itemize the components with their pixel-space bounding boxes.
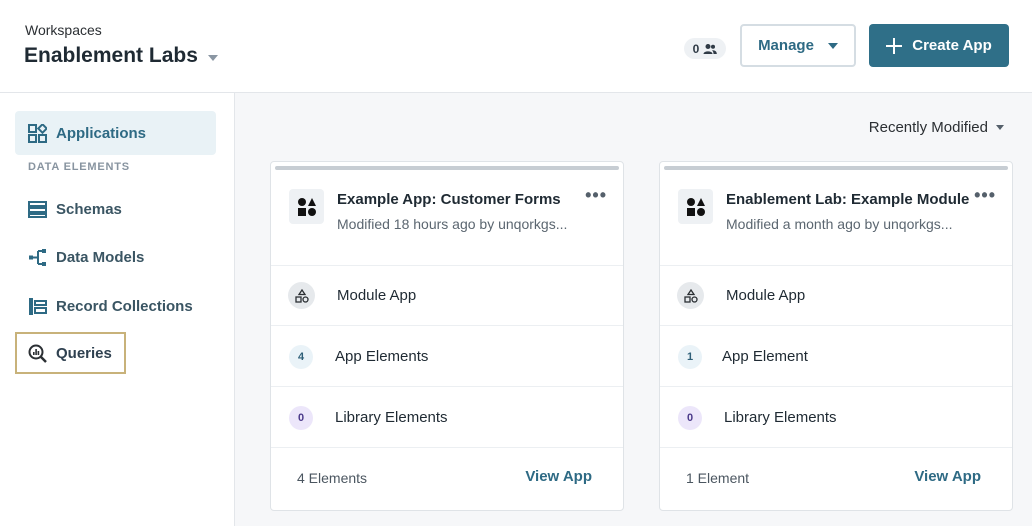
app-elements-label: App Elements	[335, 348, 429, 365]
card-modified-text: Modified 18 hours ago by unqorkgs...	[337, 216, 568, 232]
app-type-label: Module App	[337, 287, 417, 304]
workspaces-label: Workspaces	[25, 22, 102, 38]
data-elements-section-label: DATA ELEMENTS	[28, 161, 130, 173]
elements-count: 1 Element	[686, 470, 750, 486]
card-header: Example App: Customer Forms Modified 18 …	[271, 170, 623, 266]
list-item: Module App	[660, 266, 1012, 326]
app-elements-count: 4	[289, 344, 313, 369]
app-icon	[678, 189, 713, 224]
more-options-icon[interactable]: •••	[585, 186, 607, 204]
sidebar-item-label: Schemas	[56, 200, 122, 218]
elements-count: 4 Elements	[297, 470, 368, 486]
shapes-icon	[297, 197, 316, 216]
top-header: Workspaces Enablement Labs 0 Manage Crea…	[0, 0, 1032, 93]
card-footer: 4 Elements View App	[271, 448, 623, 510]
card-header: Enablement Lab: Example Module Modified …	[660, 170, 1012, 266]
workspace-name: Enablement Labs	[24, 44, 198, 67]
sidebar-item-label: Record Collections	[56, 297, 193, 315]
create-app-label: Create App	[912, 37, 992, 54]
card-footer: 1 Element View App	[660, 448, 1012, 510]
sort-dropdown[interactable]: Recently Modified	[869, 119, 1004, 136]
member-count: 0	[692, 41, 700, 56]
app-type-label: Module App	[726, 287, 806, 304]
create-app-button[interactable]: Create App	[869, 24, 1009, 67]
app-card[interactable]: Example App: Customer Forms Modified 18 …	[270, 161, 624, 511]
data-models-icon	[29, 248, 46, 266]
app-elements-count: 1	[678, 344, 702, 369]
manage-button[interactable]: Manage	[740, 24, 856, 67]
sidebar-item-applications[interactable]: Applications	[15, 111, 216, 155]
applications-icon	[28, 123, 47, 143]
module-icon	[288, 282, 315, 309]
sidebar-item-label: Data Models	[56, 248, 145, 266]
sort-label: Recently Modified	[868, 119, 988, 136]
manage-label: Manage	[758, 37, 814, 54]
caret-down-icon	[207, 54, 218, 61]
card-title[interactable]: Example App: Customer Forms	[337, 191, 561, 208]
app-card[interactable]: Enablement Lab: Example Module Modified …	[659, 161, 1013, 511]
view-app-link[interactable]: View App	[525, 468, 592, 485]
module-icon	[677, 282, 704, 309]
more-options-icon[interactable]: •••	[974, 186, 996, 204]
member-count-badge[interactable]: 0	[684, 38, 726, 59]
list-item: 4 App Elements	[271, 327, 623, 387]
users-icon	[703, 43, 718, 54]
list-item: Module App	[271, 266, 623, 326]
sidebar-item-queries[interactable]: Queries	[15, 332, 126, 374]
sidebar-item-record-collections[interactable]: Record Collections	[15, 285, 193, 327]
workspace-switcher[interactable]: Enablement Labs	[24, 44, 218, 68]
library-elements-label: Library Elements	[724, 409, 837, 426]
app-elements-label: App Element	[722, 348, 808, 365]
sidebar: Applications DATA ELEMENTS Schemas Data …	[0, 93, 235, 526]
sidebar-item-label: Queries	[56, 344, 112, 362]
library-elements-count: 0	[678, 405, 702, 430]
plus-icon	[886, 37, 903, 54]
card-title[interactable]: Enablement Lab: Example Module	[726, 191, 969, 208]
list-item: 1 App Element	[660, 327, 1012, 387]
shapes-icon	[686, 197, 705, 216]
queries-icon	[28, 344, 47, 363]
card-modified-text: Modified a month ago by unqorkgs...	[726, 216, 953, 232]
app-icon	[289, 189, 324, 224]
schemas-icon	[28, 200, 47, 218]
chevron-down-icon	[827, 42, 838, 49]
caret-down-icon	[996, 125, 1004, 130]
sidebar-item-data-models[interactable]: Data Models	[15, 236, 144, 278]
main-content: Recently Modified Example App: Customer …	[235, 93, 1032, 526]
list-item: 0 Library Elements	[660, 388, 1012, 448]
library-elements-label: Library Elements	[335, 409, 448, 426]
library-elements-count: 0	[289, 405, 313, 430]
record-collections-icon	[29, 297, 47, 315]
sidebar-item-schemas[interactable]: Schemas	[15, 188, 122, 230]
list-item: 0 Library Elements	[271, 388, 623, 448]
sidebar-item-label: Applications	[56, 124, 147, 142]
view-app-link[interactable]: View App	[914, 468, 981, 485]
